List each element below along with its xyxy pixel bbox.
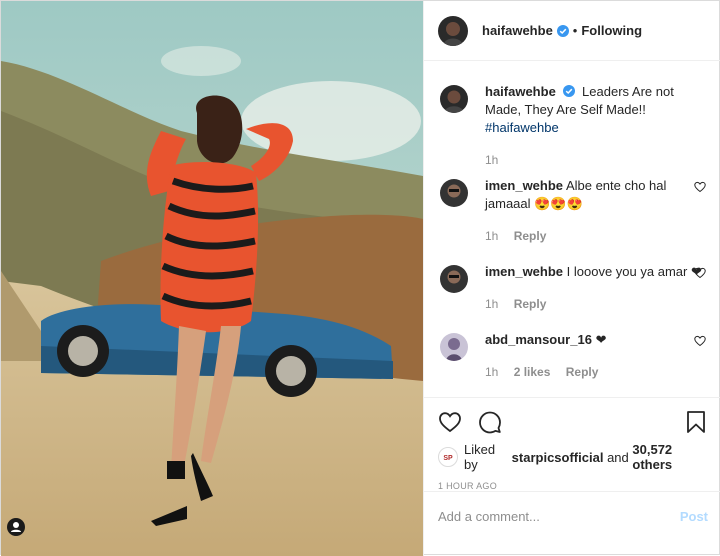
others-likes-link[interactable]: 30,572 others [632, 442, 708, 472]
post-photo[interactable] [1, 1, 423, 556]
caption: haifawehbe Leaders Are not Made, They Ar… [440, 83, 706, 169]
following-button[interactable]: Following [581, 23, 642, 38]
comment-input[interactable] [438, 508, 680, 524]
author-avatar[interactable] [438, 15, 468, 46]
caption-username[interactable]: haifawehbe [485, 84, 556, 99]
caption-meta: 1h [485, 151, 706, 169]
comment-time: 1h [485, 297, 499, 311]
liker-avatar[interactable]: SP [438, 447, 458, 467]
caption-body: haifawehbe Leaders Are not Made, They Ar… [485, 83, 706, 169]
reply-button[interactable]: Reply [566, 365, 599, 379]
photo-image [1, 1, 423, 556]
action-icons [438, 398, 708, 446]
post-comment-button[interactable]: Post [680, 509, 708, 524]
like-comment-heart-icon[interactable] [694, 181, 706, 193]
like-heart-icon[interactable] [438, 410, 462, 434]
post-actions: SP Liked by starpicsofficial and 30,572 … [424, 397, 720, 491]
commenter-avatar[interactable] [440, 265, 468, 293]
likes-middle: and [607, 449, 629, 465]
tagged-user-icon[interactable] [7, 518, 25, 536]
reply-button[interactable]: Reply [514, 229, 547, 243]
caption-time: 1h [485, 153, 499, 167]
comment-meta: 1h Reply [485, 227, 706, 245]
caption-hashtag[interactable]: #haifawehbe [485, 120, 559, 135]
comment-meta: 1h Reply [485, 295, 706, 313]
instagram-post-modal: haifawehbe • Following haifawehbe Leader… [0, 0, 720, 556]
comment-body: imen_wehbe I looove you ya amar ❤ 1h Rep… [485, 263, 706, 313]
comment-time: 1h [485, 229, 499, 243]
comment-body: abd_mansour_16 ❤ 1h 2 likes Reply [485, 331, 706, 381]
verified-badge-icon [556, 24, 569, 37]
comment-text: ❤ [595, 332, 607, 347]
likes-prefix: Liked by [464, 442, 496, 472]
caption-avatar[interactable] [440, 85, 468, 113]
comment-item: imen_wehbe Albe ente cho hal jamaaal 😍😍😍… [440, 177, 706, 245]
comment-username[interactable]: imen_wehbe [485, 264, 563, 279]
comment-item: imen_wehbe I looove you ya amar ❤ 1h Rep… [440, 263, 706, 313]
comments-list[interactable]: haifawehbe Leaders Are not Made, They Ar… [424, 61, 720, 397]
author-username[interactable]: haifawehbe [482, 23, 553, 38]
commenter-avatar[interactable] [440, 179, 468, 207]
comment-username[interactable]: abd_mansour_16 [485, 332, 592, 347]
comment-item: abd_mansour_16 ❤ 1h 2 likes Reply [440, 331, 706, 381]
likes-summary: SP Liked by starpicsofficial and 30,572 … [438, 442, 708, 472]
post-timestamp: 1 HOUR AGO [438, 481, 498, 491]
comment-likes-count[interactable]: 2 likes [514, 365, 551, 379]
svg-text:SP: SP [443, 455, 453, 462]
like-comment-heart-icon[interactable] [694, 267, 706, 279]
post-header: haifawehbe • Following [424, 1, 720, 61]
reply-button[interactable]: Reply [514, 297, 547, 311]
comment-bubble-icon[interactable] [478, 410, 502, 434]
first-liker-username[interactable]: starpicsofficial [512, 450, 604, 465]
post-side-panel: haifawehbe • Following haifawehbe Leader… [423, 1, 720, 556]
comment-body: imen_wehbe Albe ente cho hal jamaaal 😍😍😍… [485, 177, 706, 245]
add-comment-bar: Post [424, 491, 720, 540]
save-bookmark-icon[interactable] [684, 410, 708, 434]
like-comment-heart-icon[interactable] [694, 335, 706, 347]
verified-badge-icon [563, 84, 576, 97]
comment-time: 1h [485, 365, 499, 379]
comment-username[interactable]: imen_wehbe [485, 178, 563, 193]
commenter-avatar[interactable] [440, 333, 468, 361]
comment-meta: 1h 2 likes Reply [485, 363, 706, 381]
header-separator: • [572, 23, 578, 38]
comment-text: I looove you ya amar ❤ [566, 264, 702, 279]
